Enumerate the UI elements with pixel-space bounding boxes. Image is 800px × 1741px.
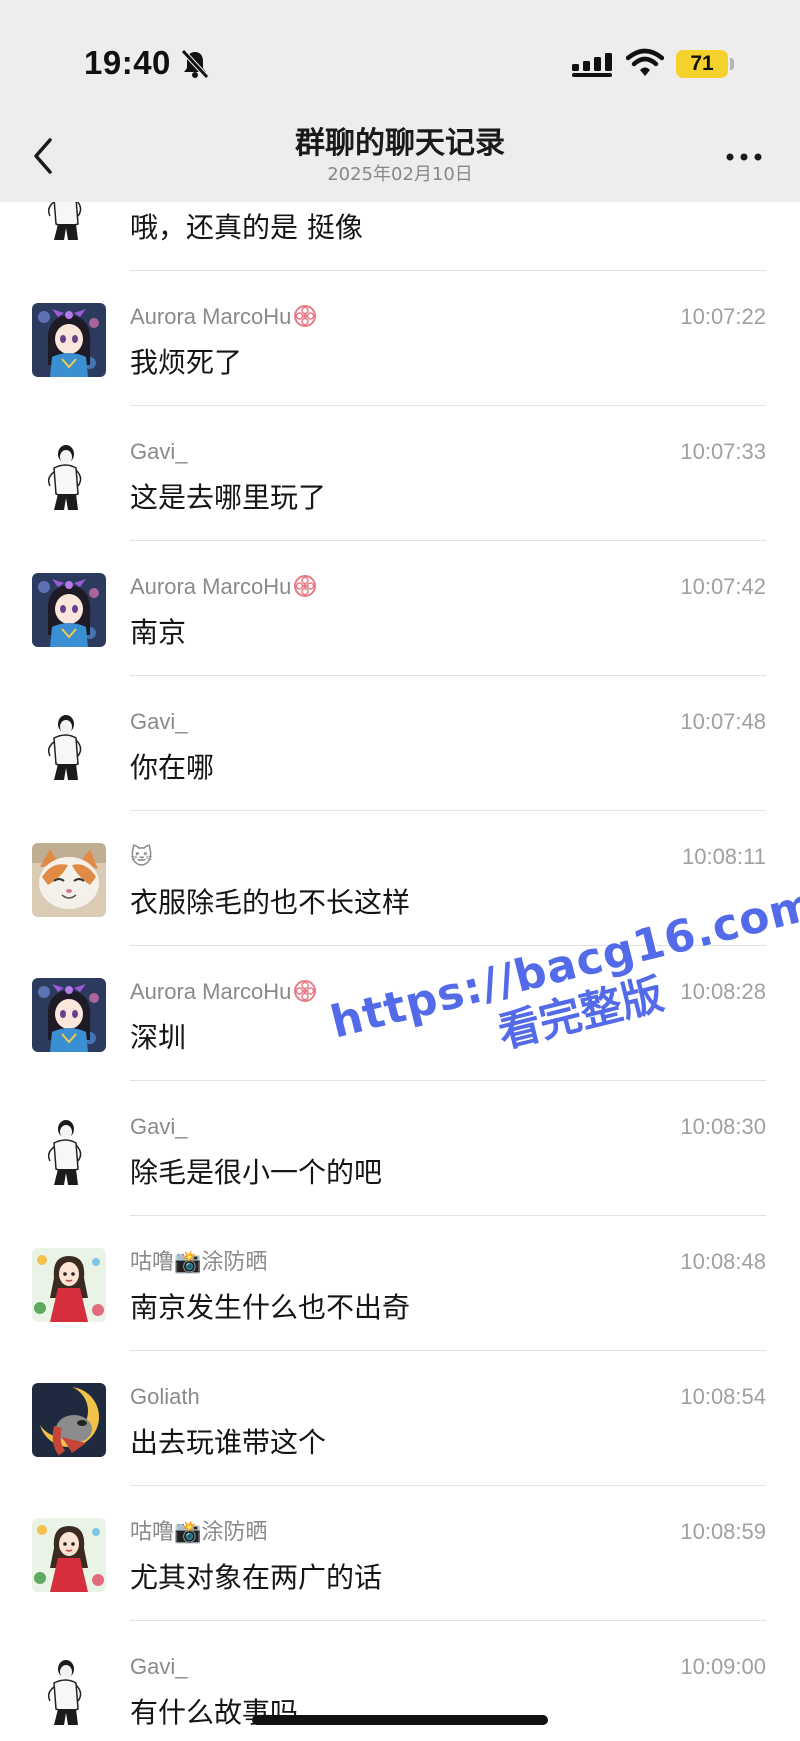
avatar[interactable] bbox=[32, 1653, 106, 1727]
sender-name: Goliath bbox=[130, 1384, 200, 1409]
sender-name: Aurora MarcoHu bbox=[130, 573, 317, 601]
page-subtitle-date: 2025年02月10日 bbox=[327, 164, 473, 185]
battery-indicator: 71 bbox=[676, 50, 728, 78]
sender-name: Aurora MarcoHu bbox=[130, 978, 317, 1006]
message-time: 10:08:48 bbox=[680, 1249, 766, 1274]
flower-badge-icon bbox=[294, 575, 317, 597]
sender-name: Aurora MarcoHu bbox=[130, 303, 317, 331]
avatar[interactable] bbox=[32, 843, 106, 917]
message-row[interactable]: Gavi_ 10:07:48 你在哪 bbox=[0, 676, 800, 811]
message-text: 南京发生什么也不出奇 bbox=[130, 1291, 411, 1324]
message-text: 哦，还真的是 挺像 bbox=[130, 211, 363, 244]
avatar[interactable] bbox=[32, 438, 106, 512]
message-row[interactable]: Aurora MarcoHu 10:08:28 深圳 bbox=[0, 946, 800, 1081]
message-text: 出去玩谁带这个 bbox=[130, 1426, 327, 1459]
message-time: 10:08:28 bbox=[680, 979, 766, 1004]
cellular-signal-icon bbox=[572, 53, 612, 77]
bell-off-icon bbox=[181, 49, 209, 79]
avatar[interactable] bbox=[32, 1383, 106, 1457]
message-time: 10:07:22 bbox=[680, 304, 766, 329]
avatar[interactable] bbox=[32, 708, 106, 782]
message-row[interactable]: 咕噜📸涂防晒 10:08:48 南京发生什么也不出奇 bbox=[0, 1216, 800, 1351]
sender-name: Gavi_ bbox=[130, 1654, 188, 1679]
flower-badge-icon bbox=[294, 305, 317, 327]
message-time: 10:08:11 bbox=[681, 844, 766, 869]
chat-history-screen: 哦，还真的是 挺像 Aurora MarcoHu 10:07:22 我烦死了 Gavi_… bbox=[0, 0, 800, 1741]
message-row[interactable]: Goliath 10:08:54 出去玩谁带这个 bbox=[0, 1351, 800, 1486]
page-title: 群聊的聊天记录 bbox=[295, 126, 505, 161]
message-time: 10:07:48 bbox=[680, 709, 766, 734]
message-text: 深圳 bbox=[130, 1021, 187, 1054]
avatar[interactable] bbox=[32, 1113, 106, 1187]
message-text: 你在哪 bbox=[130, 751, 215, 784]
message-row[interactable]: 🐱 10:08:11 衣服除毛的也不长这样 bbox=[0, 811, 800, 946]
message-time: 10:08:54 bbox=[680, 1384, 766, 1409]
more-options-icon[interactable] bbox=[724, 150, 764, 164]
battery-tip bbox=[730, 58, 734, 70]
message-time: 10:07:33 bbox=[680, 439, 766, 464]
message-row[interactable]: Aurora MarcoHu 10:07:42 南京 bbox=[0, 541, 800, 676]
sender-name: Gavi_ bbox=[130, 1114, 188, 1139]
flower-badge-icon bbox=[294, 980, 317, 1002]
message-text: 尤其对象在两广的话 bbox=[130, 1561, 383, 1594]
status-time: 19:40 bbox=[84, 44, 171, 81]
message-text: 这是去哪里玩了 bbox=[130, 481, 327, 514]
sender-name: 咕噜📸涂防晒 bbox=[130, 1249, 268, 1274]
message-text: 有什么故事吗 bbox=[130, 1696, 299, 1729]
message-row[interactable]: 咕噜📸涂防晒 10:08:59 尤其对象在两广的话 bbox=[0, 1486, 800, 1621]
avatar[interactable] bbox=[32, 978, 106, 1052]
sender-name: 咕噜📸涂防晒 bbox=[130, 1519, 268, 1544]
avatar[interactable] bbox=[32, 573, 106, 647]
sender-name: 🐱 bbox=[130, 844, 153, 869]
message-time: 10:09:00 bbox=[680, 1654, 766, 1679]
wifi-icon bbox=[626, 48, 664, 76]
message-time: 10:08:59 bbox=[680, 1519, 766, 1544]
avatar[interactable] bbox=[32, 1518, 106, 1592]
message-text: 衣服除毛的也不长这样 bbox=[130, 886, 411, 919]
top-header: 19:40 71 群聊的聊天记录 2025年02月10日 bbox=[0, 0, 800, 202]
message-row[interactable]: Aurora MarcoHu 10:07:22 我烦死了 bbox=[0, 271, 800, 406]
message-list[interactable]: 哦，还真的是 挺像 Aurora MarcoHu 10:07:22 我烦死了 Gavi_… bbox=[0, 0, 800, 1741]
message-time: 10:07:42 bbox=[680, 574, 766, 599]
avatar[interactable] bbox=[32, 1248, 106, 1322]
sender-name: Gavi_ bbox=[130, 439, 188, 464]
message-text: 南京 bbox=[130, 616, 187, 649]
message-text: 除毛是很小一个的吧 bbox=[130, 1156, 383, 1189]
message-row[interactable]: Gavi_ 10:07:33 这是去哪里玩了 bbox=[0, 406, 800, 541]
sender-name: Gavi_ bbox=[130, 709, 188, 734]
message-time: 10:08:30 bbox=[680, 1114, 766, 1139]
message-text: 我烦死了 bbox=[130, 346, 243, 379]
avatar[interactable] bbox=[32, 303, 106, 377]
home-indicator[interactable] bbox=[252, 1715, 548, 1725]
message-row[interactable]: Gavi_ 10:08:30 除毛是很小一个的吧 bbox=[0, 1081, 800, 1216]
